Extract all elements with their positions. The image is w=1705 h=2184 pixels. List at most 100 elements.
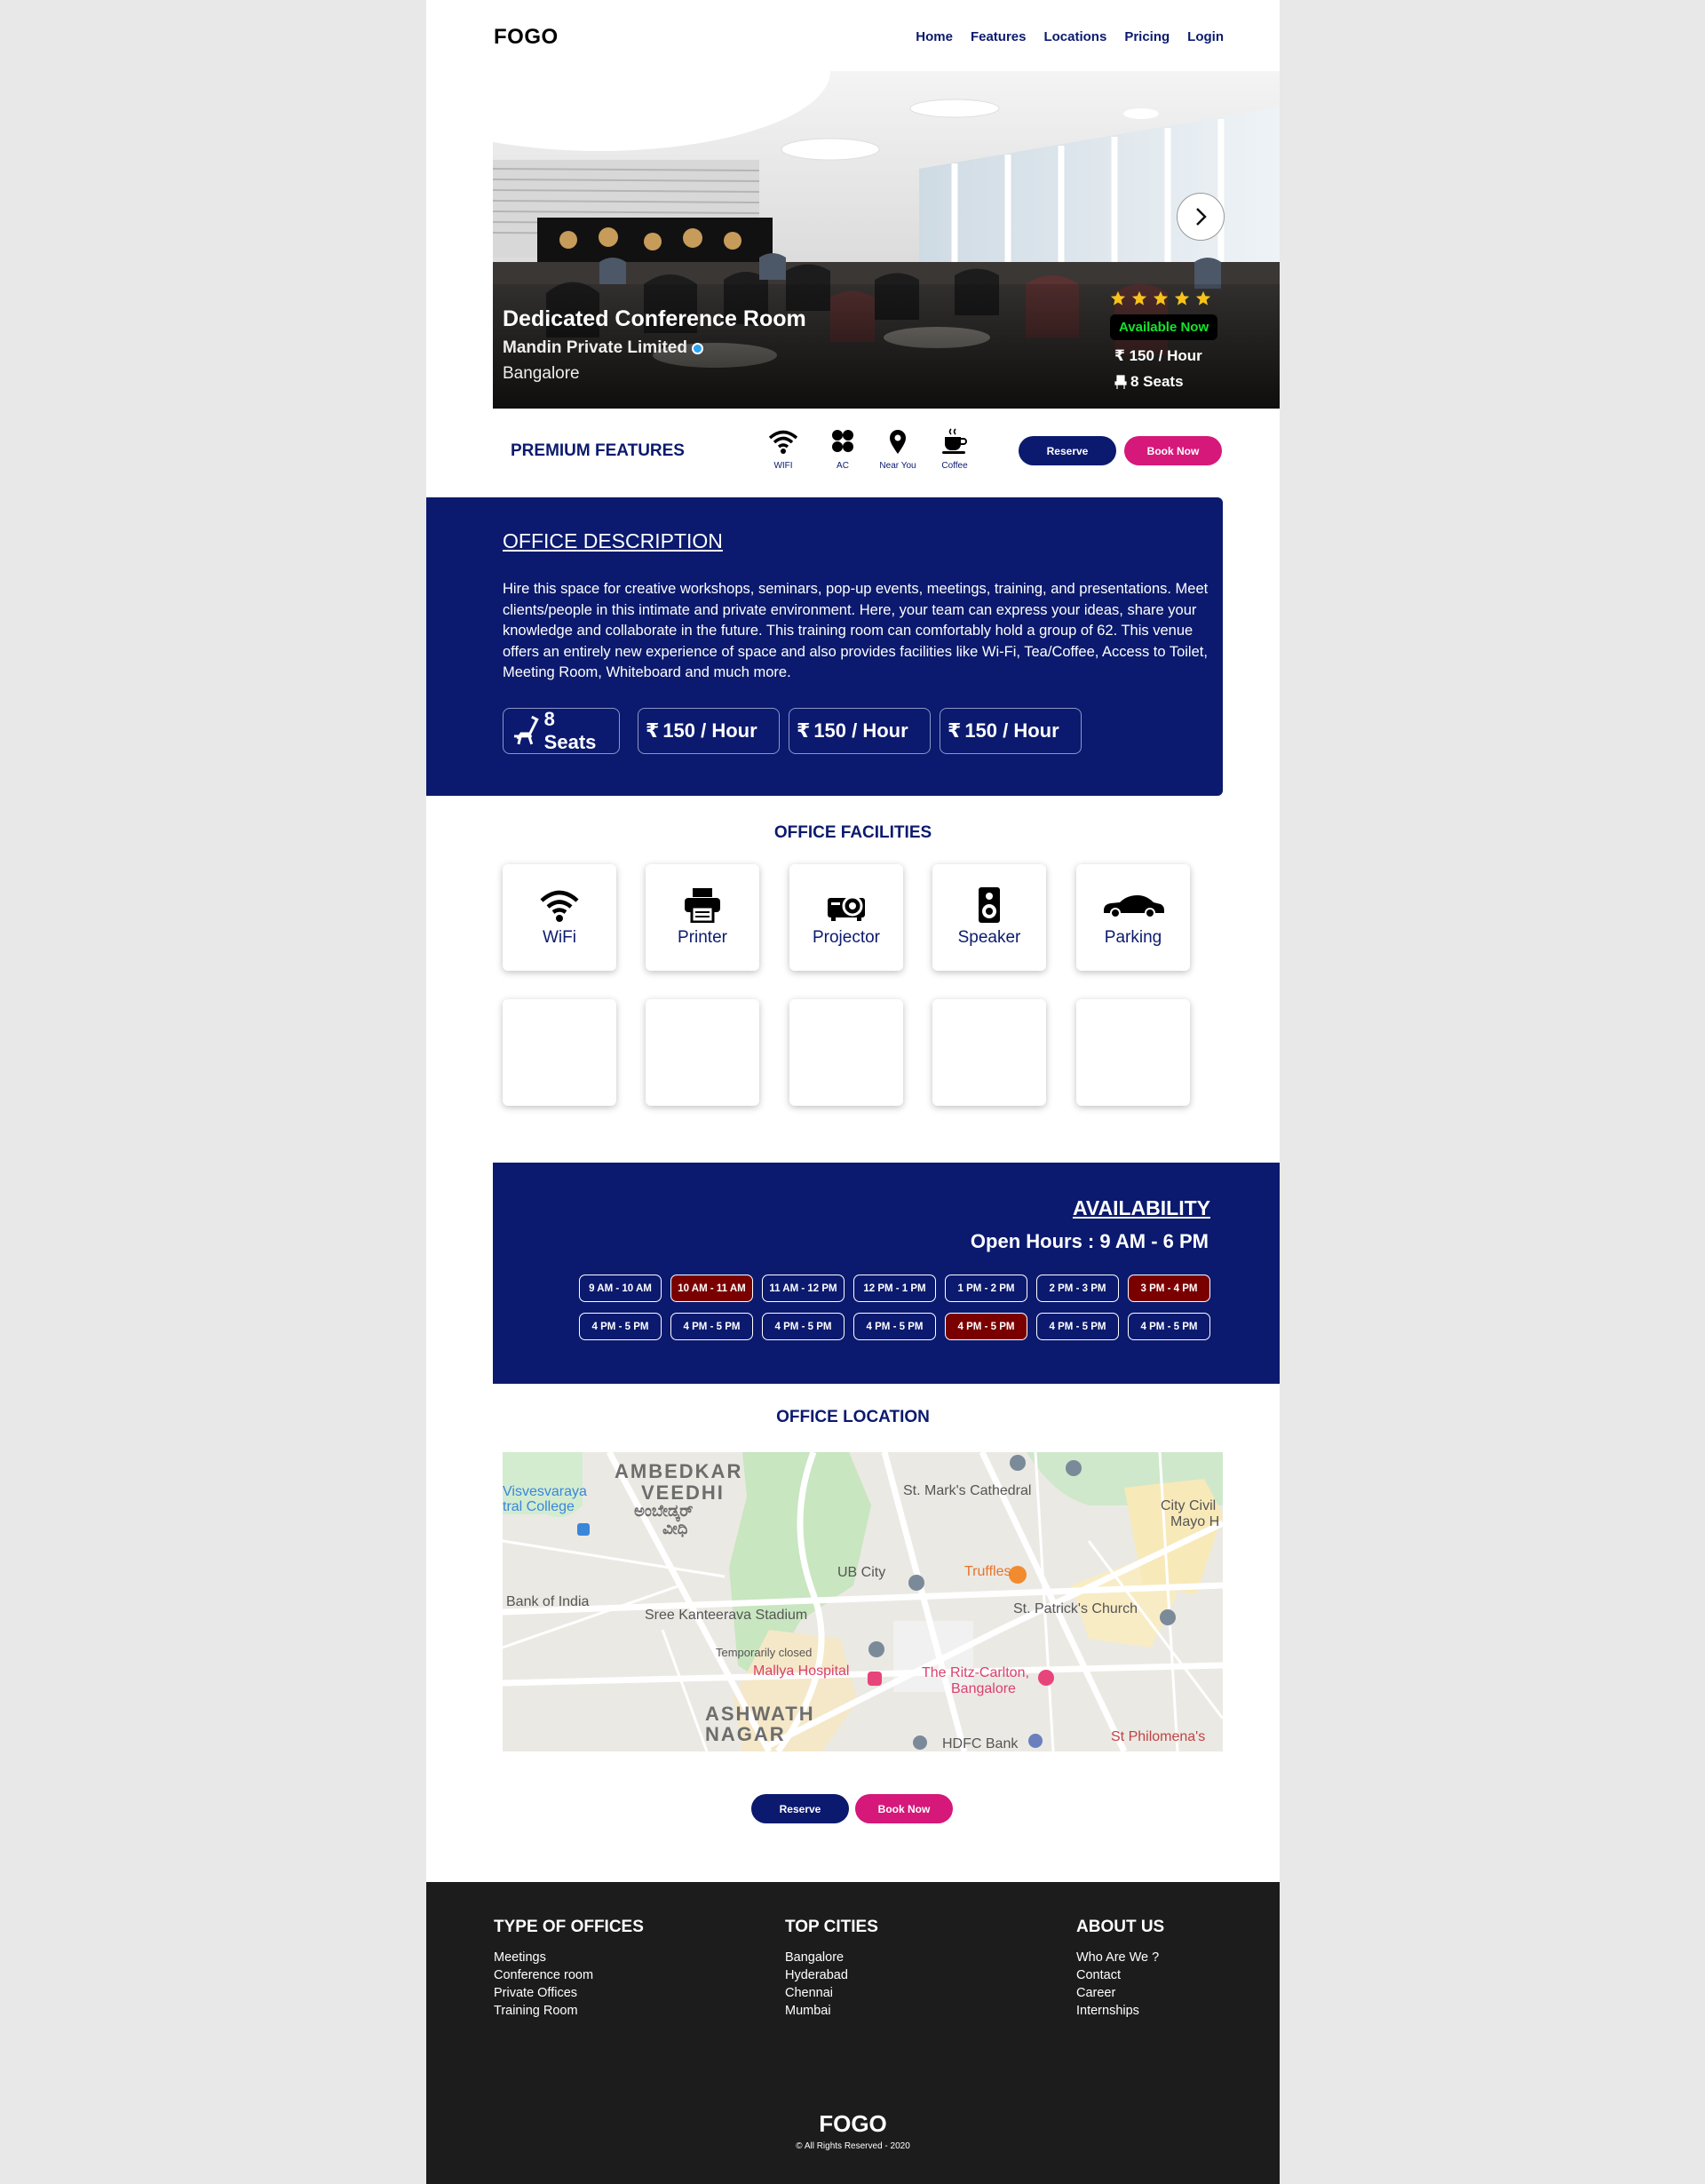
- premium-feature-label: Near You: [879, 461, 916, 471]
- map-label: Sree Kanteerava Stadium: [645, 1608, 808, 1623]
- map-label: Temporarily closed: [716, 1646, 813, 1659]
- facility-label: Speaker: [957, 928, 1021, 947]
- star-icon: [1153, 290, 1169, 306]
- time-slot[interactable]: 12 PM - 1 PM: [853, 1275, 936, 1302]
- footer-link[interactable]: Internships: [1076, 2002, 1164, 2020]
- price-chip: ₹150 / Hour: [789, 708, 931, 754]
- nav-home[interactable]: Home: [916, 29, 953, 44]
- facility-label: Projector: [812, 928, 881, 947]
- footer-link[interactable]: Chennai: [785, 1984, 878, 2002]
- seats-chip: 8 Seats: [503, 708, 620, 754]
- map-label: City Civil: [1161, 1498, 1217, 1513]
- star-icon: [1110, 290, 1126, 306]
- footer-copyright: © All Rights Reserved - 2020: [796, 2141, 910, 2151]
- time-slot[interactable]: 4 PM - 5 PM: [762, 1313, 845, 1340]
- wifi-icon: [540, 890, 579, 922]
- footer-link[interactable]: Meetings: [494, 1949, 644, 1966]
- time-slot[interactable]: 4 PM - 5 PM: [1036, 1313, 1119, 1340]
- verified-badge-icon: [691, 342, 703, 354]
- price-chip-label: 150 / Hour: [964, 719, 1059, 742]
- time-slot-booked[interactable]: 10 AM - 11 AM: [670, 1275, 753, 1302]
- footer-column-about: ABOUT US Who Are We ? Contact Career Int…: [1076, 1918, 1164, 2020]
- price-chip-label: 150 / Hour: [662, 719, 757, 742]
- carousel-next-button[interactable]: [1177, 193, 1225, 241]
- footer-heading: TOP CITIES: [785, 1918, 878, 1936]
- time-slot[interactable]: 11 AM - 12 PM: [762, 1275, 845, 1302]
- coffee-icon: [942, 428, 967, 454]
- facility-speaker: Speaker: [932, 864, 1046, 971]
- hero-seats-value: 8 Seats: [1130, 373, 1184, 390]
- nav-pricing[interactable]: Pricing: [1124, 29, 1170, 44]
- map-label: ಅಂಬೇಡ್ಕರ್: [634, 1502, 694, 1520]
- hero-carousel: Dedicated Conference Room Mandin Private…: [493, 71, 1280, 409]
- time-slot[interactable]: 1 PM - 2 PM: [945, 1275, 1027, 1302]
- availability-title: AVAILABILITY: [1072, 1196, 1210, 1219]
- speaker-icon: [979, 887, 1000, 923]
- map-label: Truffles: [964, 1564, 1011, 1579]
- footer-link[interactable]: Bangalore: [785, 1949, 878, 1966]
- footer-link[interactable]: Conference room: [494, 1966, 644, 1984]
- premium-feature-near-you: Near You: [879, 428, 916, 471]
- map-label: Mayo H: [1170, 1514, 1220, 1529]
- time-slot[interactable]: 2 PM - 3 PM: [1036, 1275, 1119, 1302]
- reserve-button-bottom[interactable]: Reserve: [751, 1794, 849, 1823]
- book-now-button[interactable]: Book Now: [1124, 436, 1222, 465]
- rupee-icon: ₹: [797, 719, 811, 742]
- car-icon: [1104, 895, 1164, 918]
- time-slot[interactable]: 4 PM - 5 PM: [853, 1313, 936, 1340]
- footer-link[interactable]: Training Room: [494, 2002, 644, 2020]
- footer-logo[interactable]: FOGO: [426, 2110, 1280, 2138]
- facility-empty-card: [1076, 999, 1190, 1106]
- price-chip: ₹150 / Hour: [638, 708, 780, 754]
- rupee-icon: ₹: [646, 719, 660, 742]
- footer-link[interactable]: Private Offices: [494, 1984, 644, 2002]
- map-label: Visvesvaraya: [503, 1484, 587, 1499]
- footer-column-offices: TYPE OF OFFICES Meetings Conference room…: [494, 1918, 644, 2020]
- premium-feature-wifi: WIFI: [765, 428, 801, 471]
- projector-icon: [828, 895, 865, 921]
- time-slot[interactable]: 4 PM - 5 PM: [1128, 1313, 1210, 1340]
- hero-price: ₹ 150 / Hour: [1114, 347, 1202, 364]
- facility-parking: Parking: [1076, 864, 1190, 971]
- nav-locations[interactable]: Locations: [1043, 29, 1106, 44]
- time-slot[interactable]: 4 PM - 5 PM: [670, 1313, 753, 1340]
- footer-link[interactable]: Career: [1076, 1984, 1164, 2002]
- facility-empty-card: [932, 999, 1046, 1106]
- rating-stars: [1110, 290, 1211, 306]
- availability-section: AVAILABILITY Open Hours : 9 AM - 6 PM 9 …: [493, 1163, 1280, 1384]
- facility-label: Parking: [1104, 928, 1162, 947]
- location-pin-icon: [890, 430, 906, 454]
- footer-link[interactable]: Who Are We ?: [1076, 1949, 1164, 1966]
- footer-link[interactable]: Hyderabad: [785, 1966, 878, 1984]
- description-text: Hire this space for creative workshops, …: [503, 581, 1209, 680]
- time-slot[interactable]: 4 PM - 5 PM: [579, 1313, 662, 1340]
- printer-icon: [685, 888, 720, 923]
- map-label: St Philomena's: [1111, 1729, 1206, 1744]
- footer-heading: TYPE OF OFFICES: [494, 1918, 644, 1936]
- facility-label: WiFi: [543, 928, 576, 947]
- listing-city: Bangalore: [503, 364, 580, 383]
- seats-chip-label: 8 Seats: [543, 708, 597, 753]
- facilities-title: OFFICE FACILITIES: [773, 823, 932, 842]
- nav-login[interactable]: Login: [1187, 29, 1224, 44]
- reserve-button[interactable]: Reserve: [1019, 436, 1116, 465]
- time-slot-booked[interactable]: 4 PM - 5 PM: [945, 1313, 1027, 1340]
- time-slot-booked[interactable]: 3 PM - 4 PM: [1128, 1275, 1210, 1302]
- nav-features[interactable]: Features: [971, 29, 1027, 44]
- office-map[interactable]: AMBEDKAR VEEDHI ಅಂಬೇಡ್ಕರ್ ವೀಧಿ St. Mark'…: [503, 1452, 1223, 1751]
- hero-price-value: 150 / Hour: [1129, 347, 1202, 364]
- map-label: The Ritz-Carlton,: [922, 1665, 1029, 1680]
- company-name: Mandin Private Limited: [503, 338, 687, 357]
- premium-feature-ac: AC: [825, 428, 860, 471]
- footer-link[interactable]: Mumbai: [785, 2002, 878, 2020]
- description-title: OFFICE DESCRIPTION: [503, 529, 723, 552]
- book-now-button-bottom[interactable]: Book Now: [855, 1794, 953, 1823]
- facility-empty-card: [789, 999, 903, 1106]
- footer-heading: ABOUT US: [1076, 1918, 1165, 1936]
- map-label: ವೀಧಿ: [662, 1520, 688, 1537]
- map-label: St. Patrick's Church: [1013, 1601, 1138, 1616]
- time-slot[interactable]: 9 AM - 10 AM: [579, 1275, 662, 1302]
- footer-link[interactable]: Contact: [1076, 1966, 1164, 1984]
- site-logo[interactable]: FOGO: [494, 25, 559, 50]
- main-nav: Home Features Locations Pricing Login: [916, 29, 1224, 44]
